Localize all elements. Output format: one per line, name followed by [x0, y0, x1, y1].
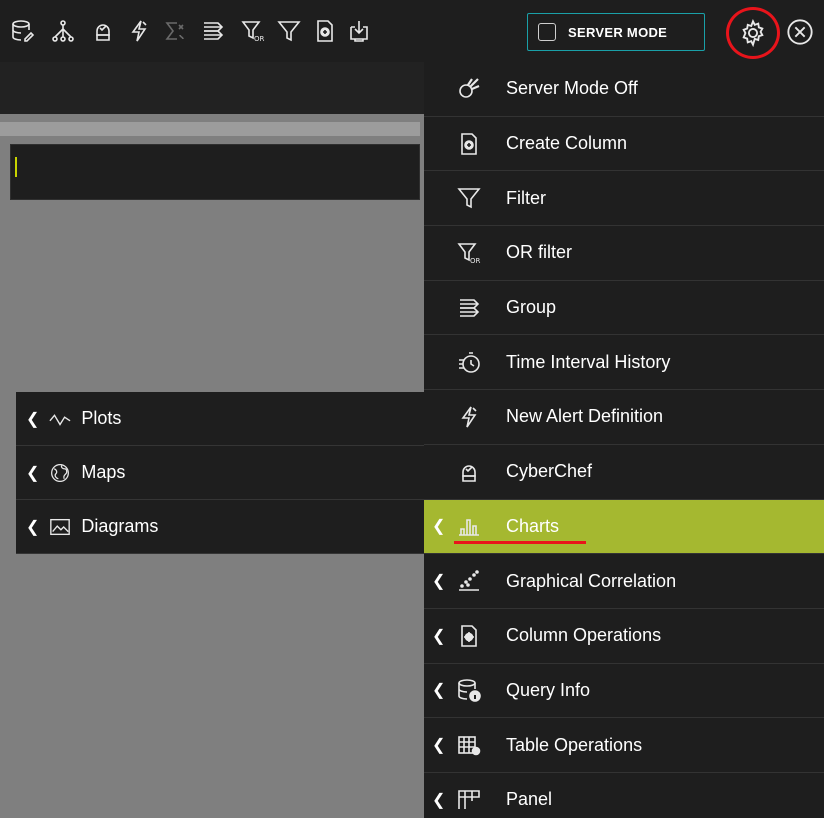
- database-edit-icon[interactable]: [10, 18, 36, 44]
- menu-item-query-info[interactable]: Query Info ❮: [424, 664, 824, 719]
- menu-item-time-interval-history[interactable]: Time Interval History: [424, 335, 824, 391]
- submenu-item-label: Diagrams: [81, 516, 159, 536]
- or-filter-icon[interactable]: OR: [240, 18, 266, 44]
- timer-icon: [454, 349, 484, 375]
- menu-item-group[interactable]: Group: [424, 281, 824, 336]
- sigma-icon: [162, 18, 188, 44]
- create-column-icon[interactable]: [312, 18, 338, 44]
- menu-item-label: Charts: [506, 515, 560, 536]
- menu-item-label: Create Column: [506, 133, 628, 154]
- toolbar: OR SERVER MODE: [0, 0, 824, 62]
- settings-dropdown-menu: Server Mode Off Create Column Filter OR …: [424, 62, 824, 818]
- or-filter-icon: OR: [454, 240, 484, 266]
- menu-item-label: Group: [506, 297, 557, 318]
- chevron-left-icon: ❮: [432, 682, 446, 700]
- create-column-icon: [454, 131, 484, 157]
- red-underline-annotation: [454, 540, 586, 544]
- svg-text:OR: OR: [254, 35, 265, 43]
- menu-item-filter[interactable]: Filter: [424, 171, 824, 227]
- chevron-left-icon: ❮: [26, 410, 40, 428]
- menu-item-create-column[interactable]: Create Column: [424, 117, 824, 172]
- menu-item-label: Server Mode Off: [506, 78, 638, 99]
- server-mode-checkbox[interactable]: [538, 23, 556, 41]
- group-icon[interactable]: [200, 18, 226, 44]
- chevron-left-icon: ❮: [432, 573, 446, 591]
- menu-item-graphical-correlation[interactable]: ❮ Graphical Correlation: [424, 554, 824, 609]
- menu-item-or-filter[interactable]: OR OR filter: [424, 226, 824, 281]
- chevron-left-icon: ❮: [432, 737, 446, 755]
- submenu-item-label: Plots: [81, 408, 122, 428]
- scatter-icon: [454, 568, 484, 594]
- cyberchef-icon: [454, 459, 484, 485]
- chevron-left-icon: ❮: [26, 518, 40, 536]
- menu-item-table-operations[interactable]: ❮ Table Operations: [424, 718, 824, 773]
- column-ops-icon: [454, 623, 484, 649]
- download-icon[interactable]: [346, 18, 372, 44]
- menu-item-server-mode-off[interactable]: Server Mode Off: [424, 62, 824, 117]
- menu-item-label: OR filter: [506, 242, 573, 263]
- menu-item-label: CyberChef: [506, 461, 593, 482]
- gear-icon: [742, 19, 764, 47]
- charts-submenu: ❮ Plots ❮ Maps ❮ Diagrams: [16, 392, 424, 554]
- filter-icon: [454, 185, 484, 211]
- cyberchef-icon[interactable]: [90, 18, 116, 44]
- menu-item-label: Table Operations: [506, 734, 643, 755]
- menu-item-column-operations[interactable]: ❮ Column Operations: [424, 609, 824, 664]
- submenu-item-label: Maps: [81, 462, 126, 482]
- server-mode-label: SERVER MODE: [568, 24, 668, 40]
- text-cursor: [15, 157, 17, 177]
- menu-item-label: Graphical Correlation: [506, 570, 677, 591]
- diagram-icon: [49, 516, 73, 538]
- alert-icon[interactable]: [126, 18, 152, 44]
- chevron-left-icon: ❮: [26, 464, 40, 482]
- close-button[interactable]: [786, 18, 814, 46]
- panel-icon: [454, 787, 484, 813]
- svg-text:OR: OR: [470, 257, 481, 265]
- server-mode-toggle[interactable]: SERVER MODE: [527, 13, 705, 51]
- chevron-left-icon: ❮: [432, 791, 446, 809]
- group-icon: [454, 295, 484, 321]
- filter-icon[interactable]: [276, 18, 302, 44]
- menu-item-label: Panel: [506, 789, 553, 810]
- horizontal-scrollbar[interactable]: [0, 122, 420, 136]
- alert-icon: [454, 404, 484, 430]
- menu-item-panel[interactable]: ❮ Panel: [424, 773, 824, 818]
- submenu-item-maps[interactable]: ❮ Maps: [16, 446, 424, 500]
- menu-item-label: Time Interval History: [506, 351, 671, 372]
- bar-chart-icon: [454, 513, 484, 539]
- menu-item-charts[interactable]: ❮ Charts: [424, 499, 824, 555]
- query-input[interactable]: [10, 144, 420, 200]
- settings-button[interactable]: [726, 7, 780, 59]
- plot-line-icon: [49, 408, 73, 430]
- menu-item-label: New Alert Definition: [506, 406, 664, 427]
- server-mode-icon: [454, 76, 484, 102]
- submenu-item-diagrams[interactable]: ❮ Diagrams: [16, 500, 424, 554]
- table-ops-icon: [454, 732, 484, 758]
- globe-icon: [49, 462, 73, 484]
- query-info-icon: [454, 677, 484, 703]
- submenu-item-plots[interactable]: ❮ Plots: [16, 392, 424, 446]
- chevron-left-icon: ❮: [432, 518, 446, 536]
- hierarchy-icon[interactable]: [50, 18, 76, 44]
- close-circle-icon: [787, 19, 813, 45]
- menu-item-cyberchef[interactable]: CyberChef: [424, 445, 824, 500]
- menu-item-label: Query Info: [506, 679, 591, 700]
- header-band: [0, 62, 424, 114]
- menu-item-label: Column Operations: [506, 625, 662, 646]
- menu-item-new-alert-definition[interactable]: New Alert Definition: [424, 390, 824, 445]
- menu-item-label: Filter: [506, 187, 546, 208]
- chevron-left-icon: ❮: [432, 627, 446, 645]
